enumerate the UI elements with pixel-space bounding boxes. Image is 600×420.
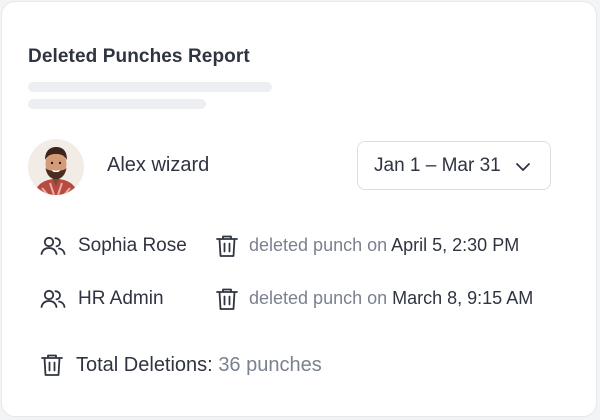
event-description: deleted punch on April 5, 2:30 PM [249,235,519,256]
list-item: Sophia Rose deleted punch on April 5, 2:… [40,233,580,259]
avatar [28,139,84,195]
trash-icon [40,353,66,377]
trash-icon [214,234,240,258]
actor-name: HR Admin [78,288,164,309]
event-datetime: March 8, 9:15 AM [392,288,534,308]
event-datetime: April 5, 2:30 PM [391,235,520,255]
total-value: 36 punches [218,354,322,376]
report-title: Deleted Punches Report [28,46,250,67]
actor-name: Sophia Rose [78,235,187,256]
users-icon [40,287,66,311]
total-label-text: Total Deletions: [76,354,213,376]
date-range-value: Jan 1 – Mar 31 [374,155,501,176]
chevron-down-icon [515,160,531,172]
skeleton-line [28,99,206,109]
event-description: deleted punch on March 8, 9:15 AM [249,288,533,309]
date-range-select[interactable]: Jan 1 – Mar 31 [357,141,551,190]
user-name: Alex wizard [107,154,210,176]
users-icon [40,234,66,258]
avatar-photo [28,139,84,195]
event-action: deleted punch on [249,288,388,308]
report-card: Deleted Punches Report Alex wizard Jan 1… [1,1,597,417]
total-label: Total Deletions: 36 punches [76,354,322,377]
skeleton-line [28,82,272,92]
trash-icon [214,287,240,311]
list-item: HR Admin deleted punch on March 8, 9:15 … [40,286,580,312]
total-deletions: Total Deletions: 36 punches [40,352,400,378]
event-action: deleted punch on [249,235,388,255]
